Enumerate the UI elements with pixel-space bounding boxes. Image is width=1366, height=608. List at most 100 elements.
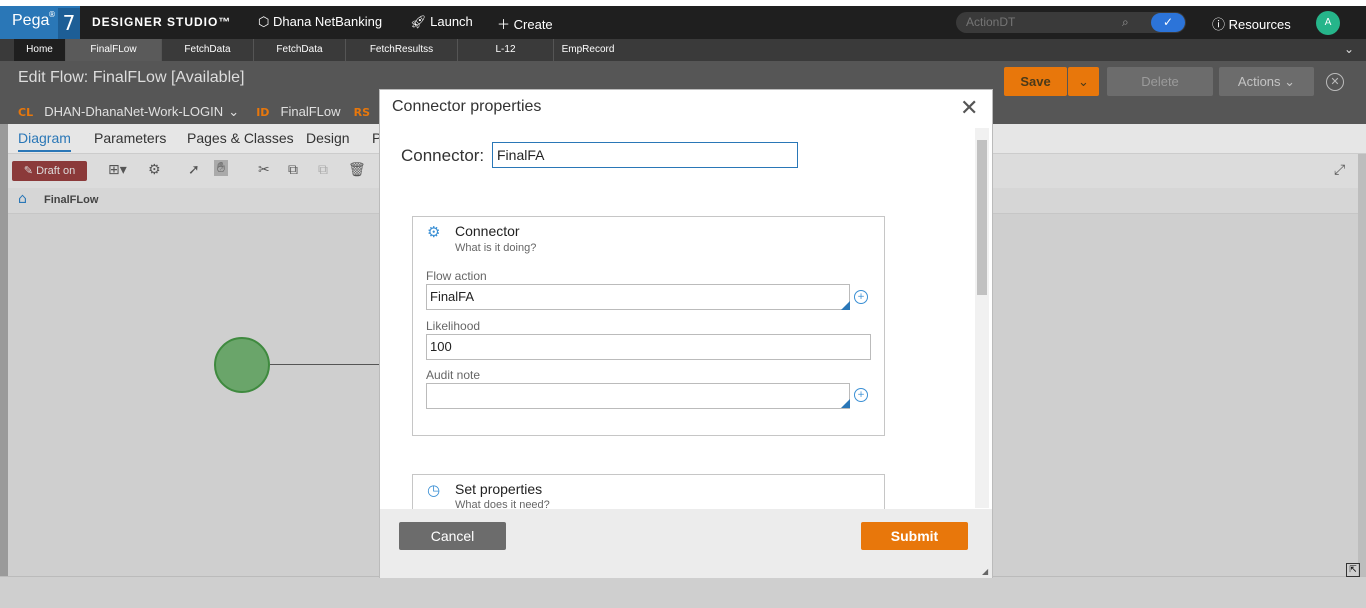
status-bar: ⇱ <box>0 563 1366 608</box>
pencil-icon: ✎ <box>23 165 33 177</box>
left-panel-edge[interactable] <box>0 124 8 608</box>
tab-fetchresultss[interactable]: FetchResultss <box>346 39 458 61</box>
tab-design[interactable]: Design <box>306 130 350 146</box>
actions-label: Actions <box>1237 74 1281 89</box>
paste-icon[interactable]: ⧉ <box>318 162 328 178</box>
launch-label: Launch <box>430 14 473 29</box>
breadcrumb-label[interactable]: FinalFLow <box>44 194 98 206</box>
expand-icon[interactable]: ⇱ <box>1346 563 1360 577</box>
pega-logo[interactable]: Pega ® 7 <box>0 6 80 39</box>
start-node[interactable] <box>214 337 270 393</box>
copy-icon[interactable]: ⧉ <box>288 162 298 178</box>
target-icon[interactable]: + <box>854 290 868 304</box>
logo-registered: ® <box>48 10 56 19</box>
cancel-button[interactable]: Cancel <box>399 522 506 550</box>
top-bar: Pega ® 7 DESIGNER STUDIO™ ⬡ Dhana NetBan… <box>0 6 1366 39</box>
dialog-title: Connector properties <box>392 98 542 115</box>
app-name: Dhana NetBanking <box>272 14 383 29</box>
chevron-down-icon: ⌄ <box>1284 74 1296 89</box>
target-icon[interactable]: + <box>854 388 868 402</box>
logo-text: Pega <box>12 12 50 29</box>
hand-icon[interactable]: ✋︎ <box>214 160 228 176</box>
autocomplete-corner-icon <box>841 301 850 310</box>
card-title: Set properties <box>455 481 543 497</box>
avatar[interactable]: A <box>1316 11 1340 35</box>
plus-icon: ＋ <box>497 17 511 32</box>
connector-name-input[interactable] <box>492 142 798 168</box>
tab-home[interactable]: Home <box>14 39 66 61</box>
tab-overflow-chevron-icon[interactable]: ⌄ <box>1344 42 1354 56</box>
studio-title: DESIGNER STUDIO™ <box>92 15 232 29</box>
draft-label: Draft on <box>36 165 76 177</box>
search-input[interactable] <box>966 15 1116 29</box>
fullscreen-icon[interactable]: ⤢ <box>1334 162 1345 178</box>
autocomplete-corner-icon <box>841 399 850 408</box>
info-icon: ⓘ <box>1212 17 1226 32</box>
logo-version: 7 <box>58 8 80 39</box>
connector-properties-dialog: Connector properties ✕ Connector: ⚙ Conn… <box>379 89 993 578</box>
tab-pages-classes[interactable]: Pages & Classes <box>187 130 294 146</box>
rs-key: RS <box>353 106 370 119</box>
connector-label: Connector: <box>401 146 485 165</box>
gear-icon: ⚙ <box>427 223 441 241</box>
pointer-icon[interactable]: ➚ <box>188 162 200 178</box>
card-title: Connector <box>455 223 520 239</box>
set-properties-card: ◷ Set properties What does it need? <box>412 474 885 509</box>
create-label: Create <box>513 17 553 32</box>
launch-menu[interactable]: 🚀︎ Launch <box>410 14 473 30</box>
add-shape-icon[interactable]: ⊞▾ <box>108 162 127 178</box>
app-menu[interactable]: ⬡ Dhana NetBanking <box>258 14 382 30</box>
flow-action-field[interactable]: FinalFA <box>426 284 850 310</box>
resources-menu[interactable]: ⓘ Resources <box>1212 14 1291 33</box>
card-subtitle: What does it need? <box>455 499 550 509</box>
connector-card: ⚙ Connector What is it doing? Flow actio… <box>412 216 885 436</box>
close-icon[interactable]: ✕ <box>1326 73 1344 91</box>
tab-l12[interactable]: L-12 <box>458 39 554 61</box>
rocket-icon: 🚀︎ <box>410 14 427 29</box>
likelihood-field[interactable]: 100 <box>426 334 871 360</box>
scrollbar-thumb[interactable] <box>977 140 987 295</box>
scrollbar[interactable] <box>975 128 989 508</box>
tab-diagram[interactable]: Diagram <box>18 130 71 152</box>
close-icon[interactable]: ✕ <box>960 96 978 121</box>
tab-emprecord[interactable]: EmpRecord <box>554 39 622 61</box>
check-icon[interactable]: ✓ <box>1151 13 1185 32</box>
tab-parameters[interactable]: Parameters <box>94 130 166 146</box>
right-panel-edge <box>1358 154 1366 608</box>
tab-fetchdata-2[interactable]: FetchData <box>254 39 346 61</box>
save-button[interactable]: Save <box>1004 67 1067 96</box>
connector-line[interactable] <box>270 364 380 365</box>
gear-icon[interactable]: ⚙ <box>148 162 161 178</box>
id-value: FinalFLow <box>280 104 341 119</box>
audit-note-field[interactable] <box>426 383 850 409</box>
trash-icon[interactable]: 🗑︎ <box>348 162 366 178</box>
cl-key: CL <box>18 106 34 119</box>
cut-icon[interactable]: ✂ <box>258 162 270 178</box>
audit-note-label: Audit note <box>426 368 481 382</box>
clock-icon: ◷ <box>427 481 441 499</box>
likelihood-label: Likelihood <box>426 319 481 333</box>
tab-bar: Home FinalFLow FetchData FetchData Fetch… <box>0 39 1366 61</box>
search-box: ⌕ ✓ <box>956 12 1186 33</box>
delete-button[interactable]: Delete <box>1107 67 1213 96</box>
dialog-footer: Cancel Submit ◢ <box>380 509 992 578</box>
actions-button[interactable]: Actions ⌄ <box>1219 67 1314 96</box>
home-icon[interactable]: ⌂ <box>18 191 27 207</box>
resize-handle-icon[interactable]: ◢ <box>982 567 988 576</box>
tab-fetchdata-1[interactable]: FetchData <box>162 39 254 61</box>
tab-finalflow[interactable]: FinalFLow <box>66 39 162 61</box>
id-key: ID <box>256 106 270 119</box>
search-icon[interactable]: ⌕ <box>1122 15 1129 30</box>
submit-button[interactable]: Submit <box>861 522 968 550</box>
draft-toggle[interactable]: ✎ Draft on <box>12 161 87 181</box>
resources-label: Resources <box>1228 17 1291 32</box>
flow-action-label: Flow action <box>426 269 487 283</box>
card-subtitle: What is it doing? <box>455 242 537 254</box>
create-menu[interactable]: ＋ Create <box>497 14 553 33</box>
cl-value[interactable]: DHAN-DhanaNet-Work-LOGIN <box>44 104 223 119</box>
chevron-down-icon[interactable]: ⌄ <box>228 104 239 119</box>
save-dropdown-chevron-icon[interactable]: ⌄ <box>1068 67 1099 96</box>
rule-info: CL DHAN-DhanaNet-Work-LOGIN ⌄ ID FinalFL… <box>18 101 390 120</box>
page-title: Edit Flow: FinalFLow [Available] <box>18 69 245 86</box>
cube-icon: ⬡ <box>258 14 270 29</box>
